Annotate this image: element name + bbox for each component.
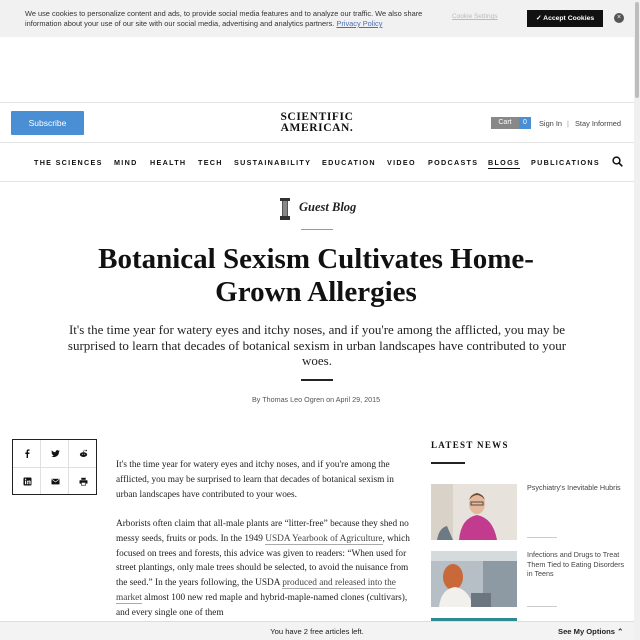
latest-news-heading: LATEST NEWS bbox=[431, 440, 509, 450]
column-icon bbox=[280, 198, 290, 220]
article-title: Botanical Sexism Cultivates Home-Grown A… bbox=[98, 243, 534, 308]
privacy-policy-link[interactable]: Privacy Policy bbox=[336, 19, 382, 28]
see-my-options-button[interactable]: See My Options ⌃ bbox=[558, 627, 623, 636]
nav-item-sustainability[interactable]: SUSTAINABILITY bbox=[234, 158, 311, 167]
accept-cookies-button[interactable]: ✓ Accept Cookies bbox=[527, 10, 603, 27]
share-email[interactable] bbox=[41, 468, 69, 495]
byline: By Thomas Leo Ogren on April 29, 2015 bbox=[251, 395, 381, 404]
scrollbar[interactable] bbox=[634, 0, 640, 640]
reddit-icon bbox=[79, 449, 87, 457]
stay-informed-link[interactable]: Stay Informed bbox=[575, 119, 621, 128]
share-linkedin[interactable] bbox=[13, 468, 41, 495]
scrollbar-thumb[interactable] bbox=[635, 2, 639, 98]
nav-item-publications[interactable]: PUBLICATIONS bbox=[531, 158, 600, 167]
cart-count: 0 bbox=[519, 117, 531, 129]
share-twitter[interactable] bbox=[41, 440, 69, 467]
cookie-settings-link[interactable]: Cookie Settings bbox=[452, 13, 498, 20]
article-dek: It's the time year for watery eyes and i… bbox=[67, 322, 567, 368]
nav-item-health[interactable]: HEALTH bbox=[150, 158, 186, 167]
usda-yearbook-link[interactable]: USDA Yearbook of Agriculture bbox=[265, 533, 383, 545]
divider bbox=[0, 102, 634, 103]
linkedin-icon bbox=[23, 477, 31, 486]
cookie-banner: We use cookies to personalize content an… bbox=[0, 0, 634, 37]
paragraph: It's the time year for watery eyes and i… bbox=[116, 460, 394, 500]
email-icon bbox=[51, 478, 59, 485]
paragraph-text: almost 100 new red maple and hybrid-mapl… bbox=[116, 593, 408, 619]
main-nav: THE SCIENCES MIND HEALTH TECH SUSTAINABI… bbox=[0, 143, 634, 181]
search-icon[interactable] bbox=[612, 156, 623, 167]
header-separator: | bbox=[567, 119, 569, 128]
news-thumbnail[interactable] bbox=[431, 484, 517, 540]
news-headline[interactable]: Psychiatry's Inevitable Hubris bbox=[527, 483, 625, 493]
nav-item-video[interactable]: VIDEO bbox=[387, 158, 416, 167]
free-articles-text: You have 2 free articles left. bbox=[270, 627, 364, 636]
nav-item-mind[interactable]: MIND bbox=[114, 158, 138, 167]
share-reddit[interactable] bbox=[69, 440, 97, 467]
nav-item-tech[interactable]: TECH bbox=[198, 158, 223, 167]
share-facebook[interactable] bbox=[13, 440, 41, 467]
divider bbox=[431, 462, 465, 464]
cart-button[interactable]: Cart 0 bbox=[491, 117, 531, 129]
site-logo[interactable]: SCIENTIFIC AMERICAN. bbox=[270, 111, 364, 134]
divider bbox=[301, 379, 333, 381]
cart-label: Cart bbox=[491, 117, 519, 129]
nav-item-podcasts[interactable]: PODCASTS bbox=[428, 158, 478, 167]
logo-line-2: AMERICAN. bbox=[280, 122, 354, 134]
news-thumbnail[interactable] bbox=[431, 551, 517, 607]
nav-item-education[interactable]: EDUCATION bbox=[322, 158, 376, 167]
divider bbox=[527, 606, 557, 607]
print-icon bbox=[79, 477, 87, 486]
divider bbox=[301, 229, 333, 230]
sign-in-link[interactable]: Sign In bbox=[539, 119, 562, 128]
news-headline[interactable]: Infections and Drugs to Treat Them Tied … bbox=[527, 550, 625, 579]
subscribe-button[interactable]: Subscribe bbox=[11, 111, 84, 135]
twitter-icon bbox=[50, 450, 60, 458]
nav-item-the-sciences[interactable]: THE SCIENCES bbox=[34, 158, 103, 167]
facebook-icon bbox=[24, 449, 29, 458]
paywall-bar: You have 2 free articles left. See My Op… bbox=[0, 621, 634, 640]
blog-name[interactable]: Guest Blog bbox=[299, 200, 356, 215]
cookie-message: We use cookies to personalize content an… bbox=[25, 9, 425, 29]
close-icon[interactable]: × bbox=[614, 13, 624, 23]
nav-item-blogs[interactable]: BLOGS bbox=[488, 158, 521, 169]
share-box bbox=[12, 439, 97, 495]
paragraph: Arborists often claim that all-male plan… bbox=[116, 517, 412, 621]
divider bbox=[527, 537, 557, 538]
article-body: It's the time year for watery eyes and i… bbox=[116, 458, 412, 635]
share-print[interactable] bbox=[69, 468, 97, 495]
divider bbox=[0, 181, 634, 182]
